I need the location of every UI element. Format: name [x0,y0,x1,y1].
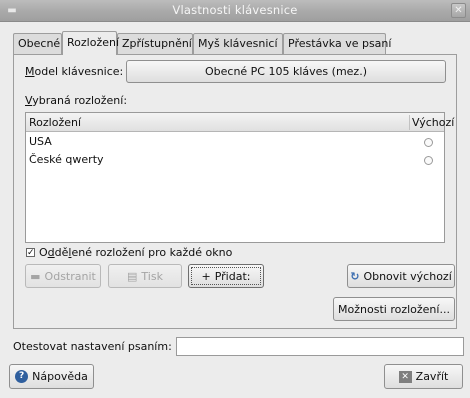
layout-name: České qwerty [29,153,104,166]
minus-icon: ▬ [30,269,41,283]
window-titlebar[interactable]: ▬ Vlastnosti klávesnice ✕ [0,0,470,22]
column-default[interactable]: Výchozí [412,116,454,129]
plus-icon: + [201,269,211,283]
table-row[interactable]: České qwerty [26,151,444,169]
reset-defaults-button[interactable]: ↻ Obnovit výchozí [347,264,455,288]
separate-layout-label[interactable]: Oddělené rozložení pro každé okno [39,246,232,259]
model-label-text: odel klávesnice: [34,65,124,78]
column-layout[interactable]: Rozložení [29,116,81,129]
model-label: Model klávesnice: [25,65,124,78]
column-divider [409,115,410,130]
close-x-icon: ✕ [398,370,412,383]
tab-general[interactable]: Obecné [13,33,62,54]
refresh-icon: ↻ [350,269,360,283]
layout-name: USA [29,135,52,148]
keyboard-model-button[interactable]: Obecné PC 105 kláves (mez.) [126,60,446,83]
default-radio[interactable] [424,156,433,165]
close-button[interactable]: ✕ Zavřít [384,364,463,389]
selected-layouts-label: Vybraná rozložení: [25,94,128,107]
add-button[interactable]: + Přidat: [188,264,264,288]
separate-layout-checkbox[interactable]: ✓ [26,248,35,258]
help-icon: ? [15,370,29,383]
tab-typing-break[interactable]: Přestávka ve psaní [283,33,391,54]
help-button[interactable]: ? Nápověda [9,364,94,389]
default-radio[interactable] [424,138,433,147]
table-header: Rozložení Výchozí [26,113,454,132]
window-title: Vlastnosti klávesnice [172,3,298,17]
tab-layouts[interactable]: Rozložení [62,31,119,55]
table-row[interactable]: USA [26,133,444,151]
print-button[interactable]: ▤ Tisk [108,264,182,288]
tab-accessibility[interactable]: Zpřístupnění [117,33,193,54]
layout-options-button[interactable]: Možnosti rozložení... [333,297,455,321]
close-icon[interactable]: ✕ [451,3,466,18]
tab-mouse-keys[interactable]: Myš klávesnicí [193,33,283,54]
layouts-table[interactable]: Rozložení Výchozí USA České qwerty [25,112,454,243]
keyboard-model-value: Obecné PC 105 kláves (mez.) [204,65,367,78]
test-typing-input[interactable] [176,337,464,356]
printer-icon: ▤ [127,269,138,283]
test-typing-label: Otestovat nastavení psaním: [13,340,172,353]
remove-button[interactable]: ▬ Odstranit [25,264,101,288]
layouts-panel: Model klávesnice: Obecné PC 105 kláves (… [13,54,457,329]
